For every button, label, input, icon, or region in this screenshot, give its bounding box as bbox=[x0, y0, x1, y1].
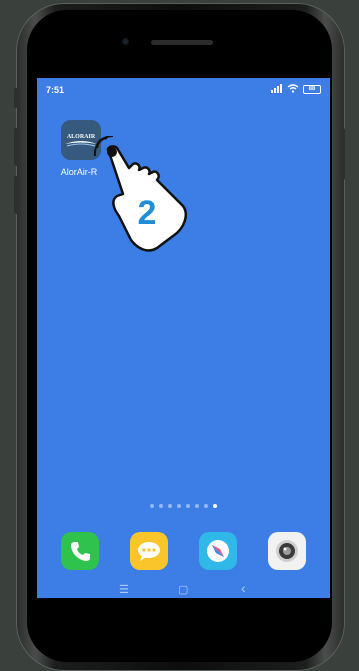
page-dot bbox=[168, 504, 172, 508]
earpiece-speaker bbox=[151, 40, 213, 45]
tap-hand-icon: 2 bbox=[93, 134, 193, 261]
dock bbox=[37, 532, 330, 572]
phone-volume-up-button bbox=[14, 128, 18, 166]
wifi-icon bbox=[287, 84, 299, 95]
recent-apps-button[interactable]: ☰ bbox=[119, 584, 129, 596]
page-dot bbox=[150, 504, 154, 508]
phone-side-button bbox=[14, 88, 18, 108]
page-dot bbox=[195, 504, 199, 508]
alorair-app-icon-text: ALORAIR bbox=[67, 134, 96, 140]
page-dot bbox=[177, 504, 181, 508]
status-time: 7:51 bbox=[46, 85, 65, 95]
status-bar: 7:51 88 bbox=[37, 78, 330, 100]
home-screen: 7:51 88 ALORAIR AlorAir-R 2 ☰ ▢ ‹ bbox=[37, 78, 330, 598]
camera-icon bbox=[276, 540, 298, 562]
browser-app-icon[interactable] bbox=[199, 532, 237, 570]
front-camera-icon bbox=[122, 38, 129, 45]
signal-bars-icon bbox=[271, 84, 283, 95]
page-dot bbox=[204, 504, 208, 508]
messages-app-icon[interactable] bbox=[130, 532, 168, 570]
phone-volume-down-button bbox=[14, 176, 18, 214]
page-dot-active bbox=[213, 504, 217, 508]
stage: 7:51 88 ALORAIR AlorAir-R 2 ☰ ▢ ‹ bbox=[0, 0, 359, 671]
phone-icon bbox=[71, 542, 90, 561]
navigation-bar: ☰ ▢ ‹ bbox=[37, 581, 330, 598]
status-icons: 88 bbox=[271, 84, 321, 95]
camera-app-icon[interactable] bbox=[268, 532, 306, 570]
back-button[interactable]: ‹ bbox=[241, 581, 246, 595]
battery-icon: 88 bbox=[303, 85, 321, 94]
browser-compass-icon bbox=[207, 540, 229, 562]
page-dot bbox=[159, 504, 163, 508]
page-dot bbox=[186, 504, 190, 508]
message-icon bbox=[138, 542, 160, 561]
home-button[interactable]: ▢ bbox=[178, 584, 188, 596]
page-indicator bbox=[37, 504, 330, 508]
step-number: 2 bbox=[138, 194, 157, 232]
phone-power-button bbox=[341, 128, 345, 180]
phone-app-icon[interactable] bbox=[61, 532, 99, 570]
